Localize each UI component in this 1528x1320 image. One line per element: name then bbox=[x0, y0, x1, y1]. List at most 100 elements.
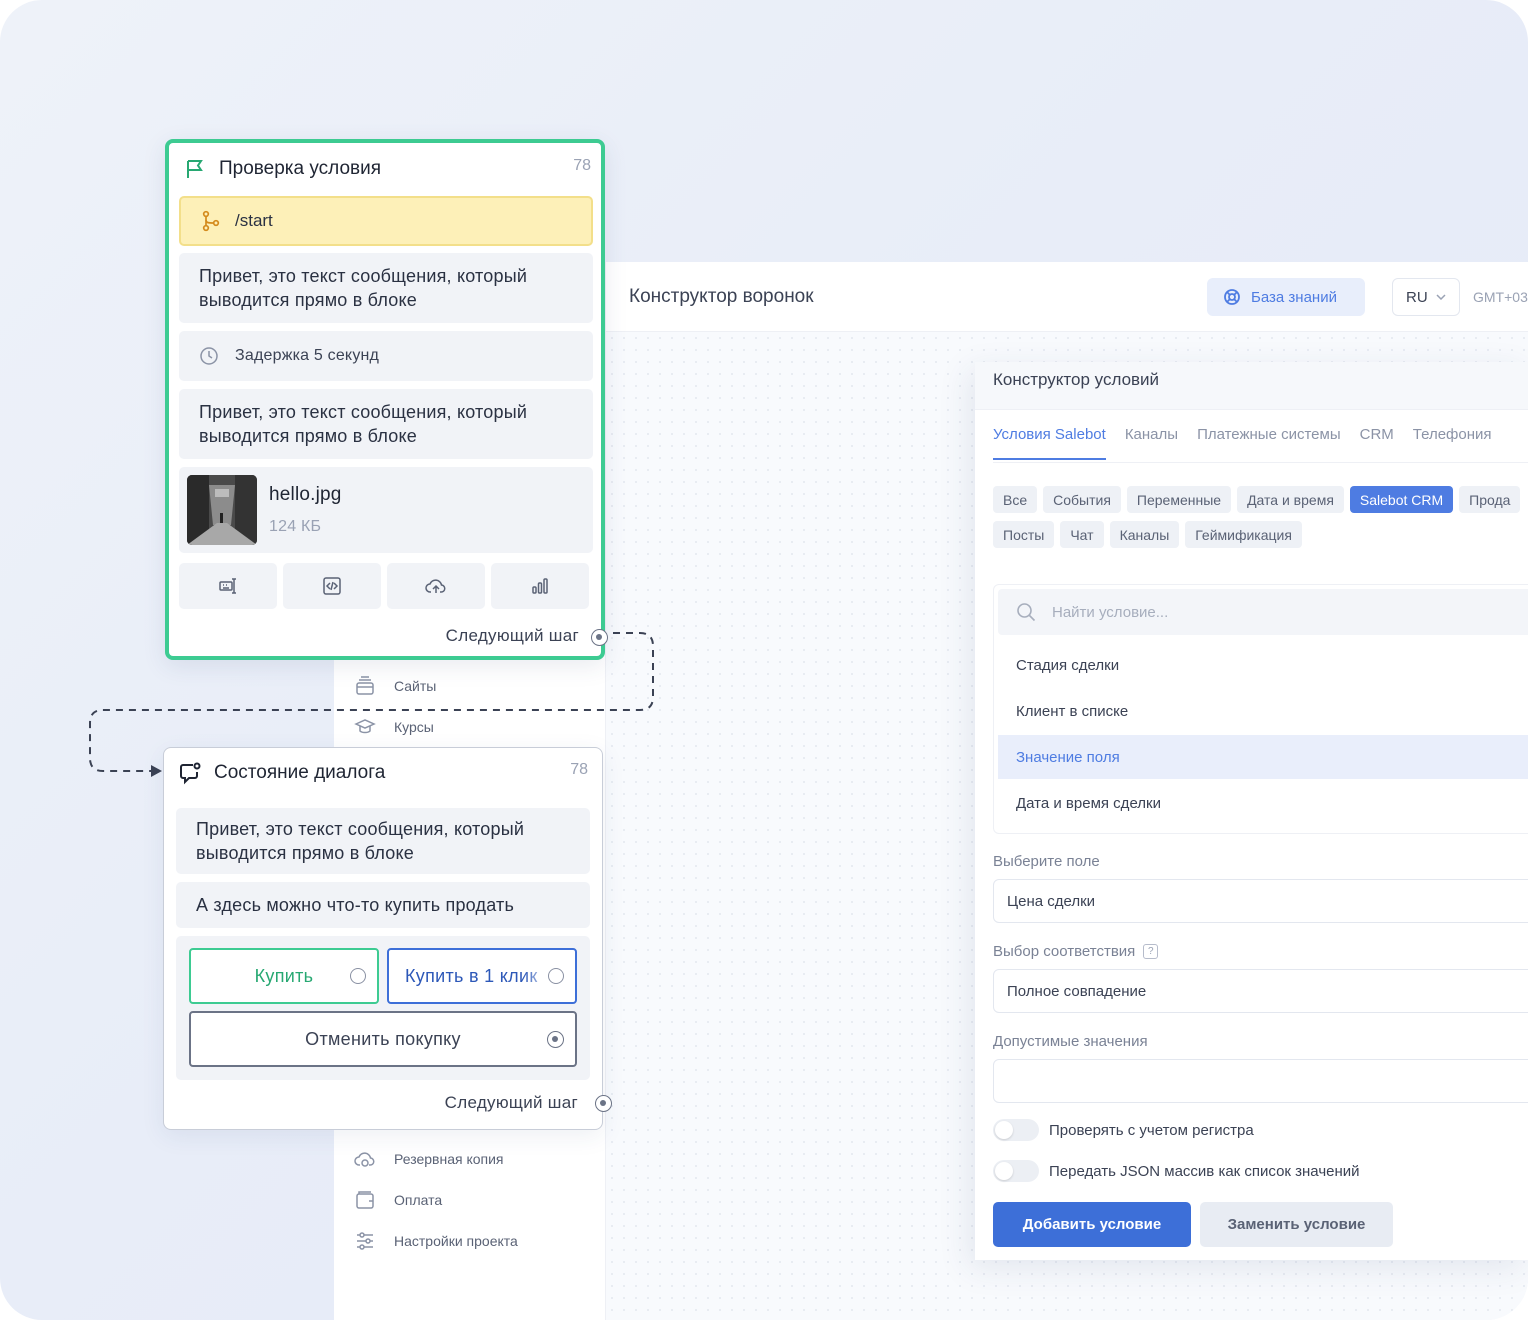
match-type-label: Выбор соответствия ? bbox=[993, 943, 1159, 960]
match-type-label-text: Выбор соответствия bbox=[993, 943, 1136, 960]
tab-crm[interactable]: CRM bbox=[1360, 426, 1394, 460]
message-block[interactable]: Привет, это текст сообщения, который выв… bbox=[176, 808, 590, 874]
sidebar-item-label: Настройки проекта bbox=[394, 1233, 518, 1249]
delay-text: Задержка 5 секунд bbox=[235, 347, 380, 364]
buy-port[interactable] bbox=[350, 968, 366, 984]
card-title: Проверка условия bbox=[183, 157, 381, 181]
next-step-port[interactable] bbox=[595, 1095, 612, 1112]
condition-option-field-value[interactable]: Значение поля bbox=[998, 735, 1528, 779]
tab-salebot-conditions[interactable]: Условия Salebot bbox=[993, 426, 1106, 460]
add-condition-button[interactable]: Добавить условие bbox=[993, 1202, 1191, 1247]
file-name: hello.jpg bbox=[269, 484, 342, 505]
replace-condition-button[interactable]: Заменить условие bbox=[1200, 1202, 1393, 1247]
help-icon[interactable]: ? bbox=[1143, 944, 1159, 959]
sidebar-item-project-settings[interactable]: Настройки проекта bbox=[354, 1229, 518, 1253]
message-block[interactable]: Привет, это текст сообщения, который выв… bbox=[179, 389, 593, 459]
dialog-state-card[interactable]: Состояние диалога 78 Привет, это текст с… bbox=[163, 747, 612, 1130]
chat-bubble-icon bbox=[180, 762, 201, 785]
cancel-purchase-button[interactable]: Отменить покупку bbox=[189, 1011, 577, 1067]
message-block[interactable]: Привет, это текст сообщения, который выв… bbox=[179, 253, 593, 323]
json-array-toggle[interactable] bbox=[993, 1160, 1039, 1182]
knowledge-base-button[interactable]: База знаний bbox=[1207, 278, 1365, 316]
sliders-icon bbox=[357, 1232, 373, 1250]
language-value: RU bbox=[1406, 288, 1428, 306]
file-size: 124 КБ bbox=[269, 518, 322, 535]
file-block[interactable]: hello.jpg 124 КБ bbox=[179, 467, 593, 553]
code-icon bbox=[323, 577, 341, 595]
chip-events[interactable]: События bbox=[1043, 486, 1121, 513]
tab-payment-systems[interactable]: Платежные системы bbox=[1197, 426, 1341, 460]
condition-search-input[interactable]: Найти условие... bbox=[998, 589, 1528, 635]
add-analytics-button[interactable] bbox=[491, 563, 589, 609]
search-icon bbox=[1017, 603, 1036, 622]
cloud-backup-icon bbox=[354, 1152, 375, 1167]
buy-one-click-button[interactable]: Купить в 1 клик bbox=[387, 948, 577, 1004]
buttons-block: Купить Купить в 1 клик Отменить покупку bbox=[176, 936, 590, 1080]
sidebar-item-backup[interactable]: Резервная копия bbox=[354, 1147, 504, 1171]
add-code-button[interactable] bbox=[283, 563, 381, 609]
allowed-values-label: Допустимые значения bbox=[993, 1033, 1148, 1050]
delay-block[interactable]: Задержка 5 секунд bbox=[179, 331, 593, 381]
condition-option-client-in-list[interactable]: Клиент в списке bbox=[998, 689, 1528, 733]
chip-chat[interactable]: Чат bbox=[1060, 521, 1104, 548]
message-block[interactable]: А здесь можно что-то купить продать bbox=[176, 882, 590, 928]
buy-button[interactable]: Купить bbox=[189, 948, 379, 1004]
field-select[interactable]: Цена сделки bbox=[993, 879, 1528, 923]
buy-button-label: Купить bbox=[254, 966, 314, 986]
cancel-purchase-port[interactable] bbox=[547, 1031, 564, 1048]
buy-one-click-port[interactable] bbox=[548, 968, 564, 984]
tab-telephony[interactable]: Телефония bbox=[1413, 426, 1492, 460]
tab-channels[interactable]: Каналы bbox=[1125, 426, 1178, 460]
page-background: Сайты Курсы Резервная копия Оплата Настр… bbox=[0, 0, 1528, 1320]
allowed-values-input[interactable] bbox=[993, 1059, 1528, 1103]
clock-icon bbox=[200, 347, 218, 365]
conditions-panel-header: Конструктор условий bbox=[975, 362, 1528, 410]
sidebar-item-label: Резервная копия bbox=[394, 1151, 504, 1167]
chip-posts[interactable]: Посты bbox=[993, 521, 1055, 548]
sidebar-item-payment[interactable]: Оплата bbox=[354, 1188, 442, 1212]
cloud-upload-icon bbox=[425, 579, 446, 593]
condition-option-deal-stage[interactable]: Стадия сделки bbox=[998, 643, 1528, 687]
chip-channels[interactable]: Каналы bbox=[1109, 521, 1180, 548]
git-branch-icon bbox=[202, 210, 220, 232]
bar-chart-icon bbox=[532, 578, 548, 594]
chevron-down-icon bbox=[1436, 294, 1446, 300]
chip-sales[interactable]: Прода bbox=[1459, 486, 1521, 513]
lifebuoy-icon bbox=[1224, 289, 1240, 305]
search-placeholder: Найти условие... bbox=[1052, 603, 1169, 621]
card-title: Состояние диалога bbox=[178, 761, 385, 785]
chip-gamification[interactable]: Геймификация bbox=[1185, 521, 1302, 548]
conditions-panel: Конструктор условий Условия Salebot Кана… bbox=[975, 362, 1528, 1260]
timezone-select[interactable]: GMT+03 bbox=[1473, 289, 1528, 305]
conditions-panel-title: Конструктор условий bbox=[993, 370, 1160, 389]
chip-variables[interactable]: Переменные bbox=[1126, 486, 1232, 513]
card-step-number: 78 bbox=[570, 761, 588, 778]
tabs-divider bbox=[993, 462, 1528, 463]
topbar: Конструктор воронок База знаний RU GMT+0… bbox=[606, 262, 1528, 332]
card-title-text: Проверка условия bbox=[219, 158, 382, 179]
upload-file-button[interactable] bbox=[387, 563, 485, 609]
condition-option-deal-datetime[interactable]: Дата и время сделки bbox=[998, 781, 1528, 825]
language-select[interactable]: RU bbox=[1392, 278, 1460, 316]
sidebar-item-label: Оплата bbox=[394, 1192, 443, 1208]
case-sensitive-label: Проверять с учетом регистра bbox=[1049, 1121, 1254, 1139]
start-trigger[interactable]: /start bbox=[179, 196, 593, 246]
next-step-label: Следующий шаг bbox=[444, 1093, 578, 1112]
conditions-tabs: Условия Salebot Каналы Платежные системы… bbox=[993, 426, 1492, 460]
match-type-select[interactable]: Полное совпадение bbox=[993, 969, 1528, 1013]
category-chips: Все События Переменные Дата и время Sale… bbox=[993, 486, 1528, 548]
chip-salebot-crm[interactable]: Salebot CRM bbox=[1349, 486, 1454, 513]
case-sensitive-toggle[interactable] bbox=[993, 1119, 1039, 1141]
chip-date-time[interactable]: Дата и время bbox=[1237, 486, 1344, 513]
condition-check-card[interactable]: Проверка условия 78 /start Привет, это т… bbox=[165, 139, 608, 660]
json-array-label: Передать JSON массив как список значений bbox=[1049, 1162, 1360, 1180]
case-sensitive-row: Проверять с учетом регистра bbox=[993, 1119, 1254, 1141]
cancel-purchase-label: Отменить покупку bbox=[305, 1029, 461, 1049]
field-select-label: Выберите поле bbox=[993, 853, 1100, 870]
add-keyboard-button[interactable] bbox=[179, 563, 277, 609]
next-step-port[interactable] bbox=[591, 629, 608, 646]
conditions-list: Найти условие... Стадия сделки Клиент в … bbox=[993, 584, 1528, 834]
chip-all[interactable]: Все bbox=[993, 486, 1038, 513]
json-array-row: Передать JSON массив как список значений bbox=[993, 1160, 1360, 1182]
keyboard-icon bbox=[219, 578, 236, 594]
